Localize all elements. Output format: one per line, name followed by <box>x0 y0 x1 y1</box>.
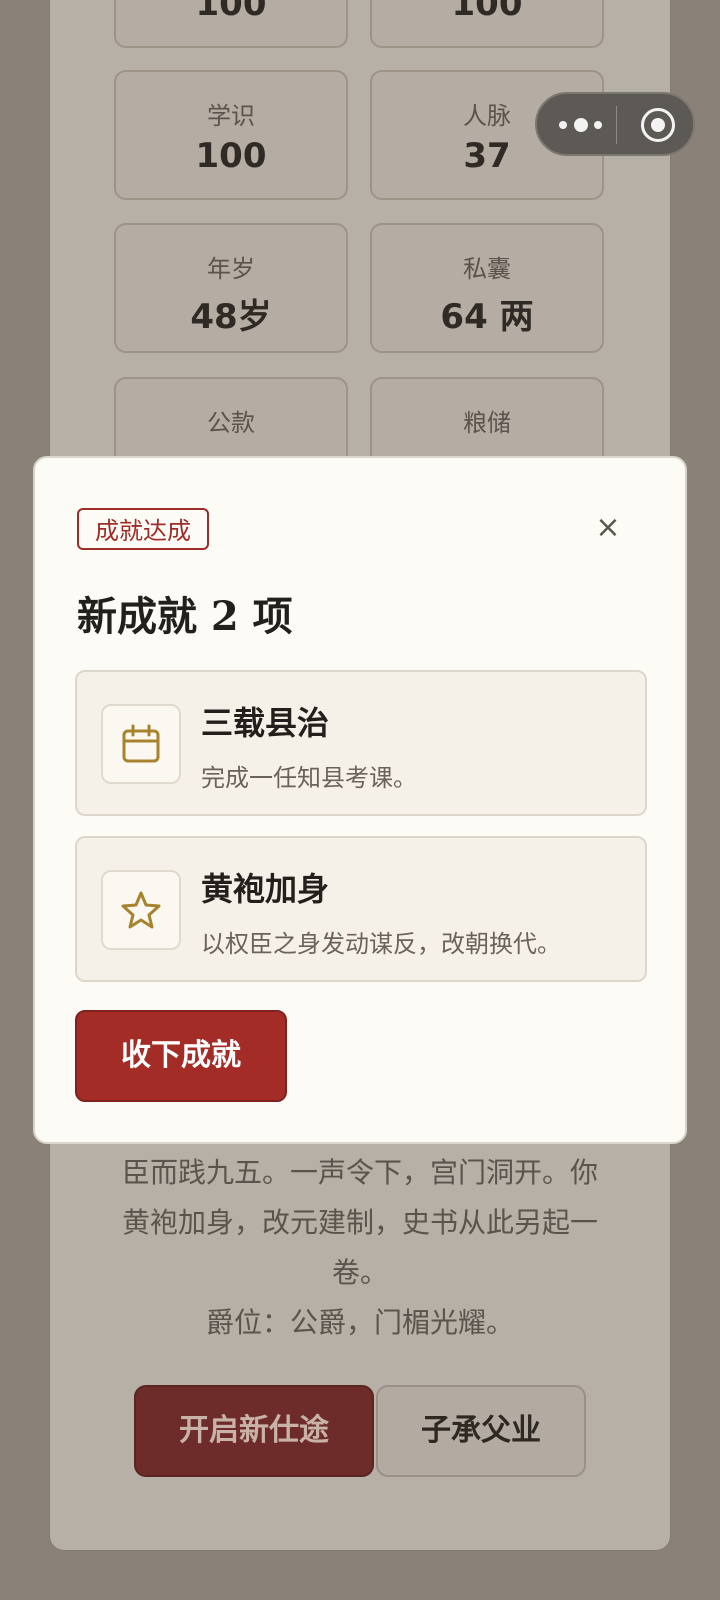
achievement-item: 黄袍加身 以权臣之身发动谋反，改朝换代。 <box>75 836 647 982</box>
modal-title: 新成就 2 项 <box>77 593 293 640</box>
story-line: 臣而践九五。一声令下，宫门洞开。你 <box>121 1156 598 1189</box>
achievement-modal: 成就达成 × 新成就 2 项 三载县治 完成一任知县考课。 黄袍加身 以权臣之身… <box>33 456 687 1144</box>
story-text: 臣而践九五。一声令下，宫门洞开。你 黄袍加身，改元建制，史书从此另起一 卷。 爵… <box>110 1148 610 1348</box>
stat-label: 学识 <box>207 102 255 130</box>
stat-value: 100 <box>451 0 523 24</box>
stat-card-age: 年岁 48岁 <box>114 223 348 353</box>
star-icon <box>101 870 181 950</box>
stat-card: 100 <box>114 0 348 48</box>
stat-card-knowledge: 学识 100 <box>114 70 348 200</box>
achievement-name: 三载县治 <box>201 704 330 742</box>
stat-label: 粮储 <box>463 409 511 437</box>
achievement-tag: 成就达成 <box>77 508 209 550</box>
stat-card-purse: 私囊 64 两 <box>370 223 604 353</box>
stat-label: 公款 <box>207 409 255 437</box>
stat-card: 100 <box>370 0 604 48</box>
achievement-name: 黄袍加身 <box>201 870 330 908</box>
achievement-desc: 完成一任知县考课。 <box>201 764 417 792</box>
new-career-button[interactable]: 开启新仕途 <box>134 1385 374 1477</box>
miniprogram-capsule <box>535 92 695 156</box>
stat-label: 年岁 <box>207 255 255 283</box>
stat-value: 48岁 <box>190 297 272 337</box>
close-miniprogram-icon[interactable] <box>641 108 675 142</box>
close-icon[interactable]: × <box>590 510 626 546</box>
story-line: 爵位：公爵，门楣光耀。 <box>205 1306 514 1339</box>
stat-value: 100 <box>195 0 267 24</box>
achievement-desc: 以权臣之身发动谋反，改朝换代。 <box>201 930 561 958</box>
story-line: 卷。 <box>331 1256 388 1289</box>
capsule-divider <box>616 106 617 144</box>
stat-value: 100 <box>195 136 267 176</box>
achievement-item: 三载县治 完成一任知县考课。 <box>75 670 647 816</box>
story-line: 黄袍加身，改元建制，史书从此另起一 <box>121 1206 598 1239</box>
calendar-icon <box>101 704 181 784</box>
more-icon[interactable] <box>559 116 609 136</box>
accept-achievements-button[interactable]: 收下成就 <box>75 1010 287 1102</box>
inherit-button[interactable]: 子承父业 <box>376 1385 586 1477</box>
stat-label: 私囊 <box>463 255 511 283</box>
stat-value: 64 两 <box>440 297 534 337</box>
